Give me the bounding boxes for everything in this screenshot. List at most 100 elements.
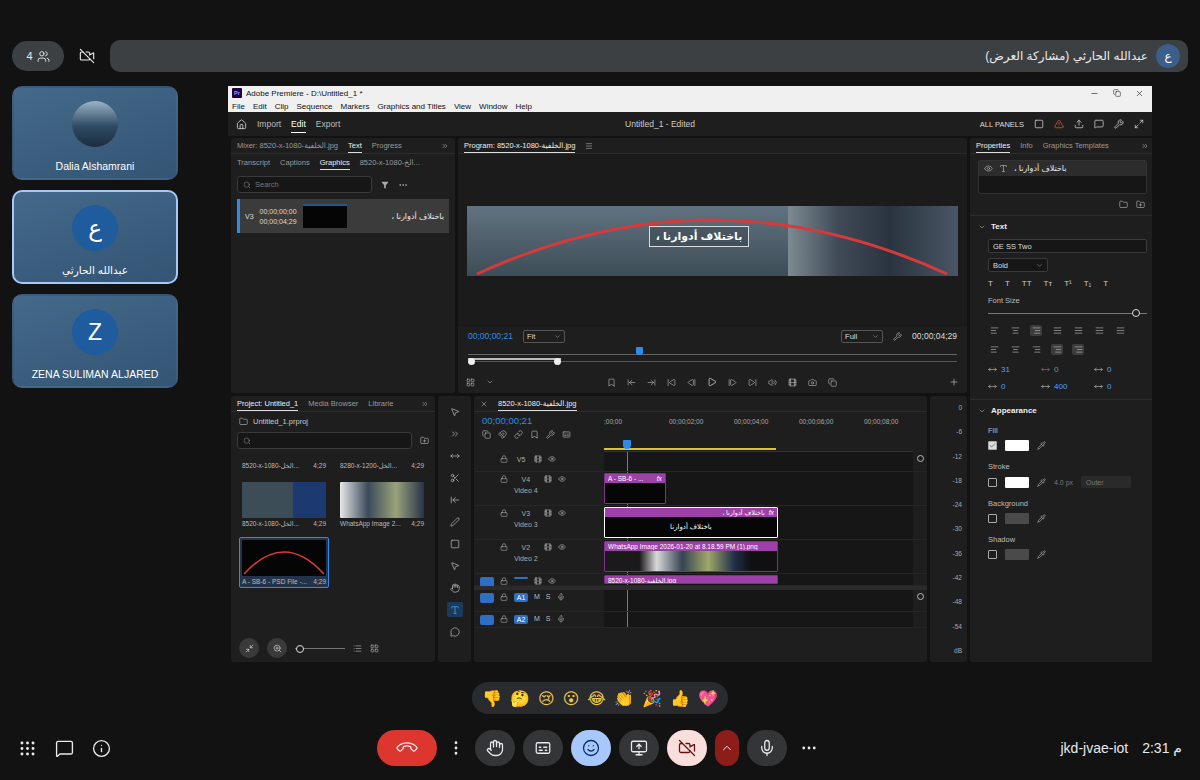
- track-id[interactable]: V4: [519, 475, 533, 484]
- type-style-button[interactable]: T: [1005, 279, 1010, 288]
- metric-field[interactable]: 400: [1041, 382, 1094, 391]
- time-ruler[interactable]: ;00;0000;00;02;0000;00;04;0000;00;06;000…: [604, 412, 913, 452]
- metric-field[interactable]: 0: [1094, 382, 1147, 391]
- sync-lock-icon[interactable]: [544, 509, 552, 517]
- text-section-header[interactable]: Text: [970, 215, 1152, 237]
- reaction-button[interactable]: 😂: [587, 689, 606, 708]
- workspace-tab[interactable]: Import: [257, 116, 281, 133]
- direction-button[interactable]: [988, 344, 1000, 355]
- panel-tab[interactable]: Mixer: 8520-x-1080-الخلفية.jpg: [237, 139, 338, 153]
- icon-view-icon[interactable]: [370, 644, 379, 653]
- eye-icon[interactable]: [558, 475, 566, 483]
- color-swatch[interactable]: [1005, 549, 1029, 560]
- mark-out-icon[interactable]: [647, 378, 656, 387]
- eyedropper-icon[interactable]: [1037, 478, 1046, 487]
- filter-icon[interactable]: [380, 180, 390, 190]
- share-icon[interactable]: [1074, 119, 1084, 129]
- settings-icon[interactable]: [546, 430, 555, 439]
- playhead[interactable]: [623, 440, 631, 449]
- sub-tab[interactable]: Transcript: [237, 156, 270, 170]
- media-item[interactable]: A - SB-6 - PSD File -...4;29: [239, 537, 329, 588]
- camera-options-button[interactable]: [715, 730, 739, 766]
- color-swatch[interactable]: [1005, 440, 1029, 451]
- home-icon[interactable]: [236, 119, 247, 130]
- eyedropper-icon[interactable]: [1037, 441, 1046, 450]
- go-to-in-icon[interactable]: [667, 378, 676, 387]
- source-patch[interactable]: [480, 543, 494, 553]
- go-to-out-icon[interactable]: [748, 378, 757, 387]
- color-swatch[interactable]: [1005, 513, 1029, 524]
- lock-icon[interactable]: [500, 455, 508, 463]
- zoom-knob[interactable]: [554, 358, 561, 365]
- step-back-icon[interactable]: [687, 378, 696, 387]
- panel-tab[interactable]: Info: [1020, 139, 1033, 153]
- appearance-section-header[interactable]: Appearance: [970, 399, 1152, 421]
- track-id[interactable]: A2: [514, 615, 528, 624]
- linked-selection-icon[interactable]: [514, 430, 523, 439]
- group-icon[interactable]: [1119, 200, 1128, 209]
- track-id[interactable]: V2: [519, 543, 533, 552]
- marker-icon[interactable]: [607, 378, 616, 387]
- sync-lock-icon[interactable]: [534, 577, 542, 585]
- more-icon[interactable]: [398, 180, 408, 190]
- panel-tab[interactable]: Project: Untitled_1: [237, 397, 298, 411]
- menu-item[interactable]: Window: [479, 102, 507, 111]
- camera-off-button[interactable]: [667, 730, 707, 766]
- present-button[interactable]: [619, 730, 659, 766]
- menu-item[interactable]: Edit: [253, 102, 267, 111]
- restore-icon[interactable]: [1113, 89, 1121, 97]
- media-item[interactable]: 8520-x-1080-الخل...4;29: [239, 459, 329, 473]
- graphic-item[interactable]: V300;00;00;0000;00;04;29باختلاف أدوارنا …: [237, 199, 449, 233]
- font-style-dropdown[interactable]: Bold: [988, 258, 1048, 272]
- eyedropper-icon[interactable]: [1037, 550, 1046, 559]
- tool-button[interactable]: [447, 426, 463, 441]
- tool-button[interactable]: [447, 602, 463, 617]
- source-patch[interactable]: [480, 593, 494, 603]
- source-patch[interactable]: [480, 509, 494, 519]
- metric-field[interactable]: 0: [1094, 365, 1147, 374]
- participant-tile[interactable]: ععبدالله الحارثي: [12, 190, 178, 284]
- reaction-button[interactable]: 👏: [614, 689, 634, 708]
- thumbnail-size-slider[interactable]: [295, 645, 345, 651]
- raise-hand-button[interactable]: [475, 730, 515, 766]
- reaction-button[interactable]: 💖: [698, 689, 718, 708]
- slider-knob[interactable]: [296, 645, 304, 653]
- playhead-timecode[interactable]: 00;00;00;21: [468, 331, 513, 341]
- more-tabs-icon[interactable]: [421, 400, 429, 408]
- solo-button[interactable]: S: [546, 615, 551, 622]
- menu-item[interactable]: Help: [516, 102, 532, 111]
- more-tabs-icon[interactable]: [441, 142, 449, 150]
- sync-lock-icon[interactable]: [534, 455, 542, 463]
- captions-button[interactable]: [523, 730, 563, 766]
- mic-button[interactable]: [747, 730, 787, 766]
- workspace-tab[interactable]: Edit: [291, 116, 306, 133]
- fullscreen-icon[interactable]: [1134, 119, 1144, 129]
- reaction-button[interactable]: 👍: [670, 689, 690, 708]
- direction-button[interactable]: [1072, 344, 1084, 355]
- scroll-knob[interactable]: [917, 455, 924, 462]
- menu-item[interactable]: View: [454, 102, 471, 111]
- align-button[interactable]: [988, 325, 1000, 336]
- workspace-tab[interactable]: Export: [316, 116, 341, 133]
- tool-button[interactable]: [447, 448, 463, 463]
- type-style-button[interactable]: T₁: [1084, 279, 1092, 288]
- tool-button[interactable]: [447, 470, 463, 485]
- menu-item[interactable]: Sequence: [296, 102, 332, 111]
- scroll-knob[interactable]: [917, 593, 924, 600]
- sub-tab[interactable]: 8520-x-1080-الخ...: [360, 156, 420, 170]
- add-button-icon[interactable]: [949, 377, 959, 387]
- clip[interactable]: باختلاف أدوارنا ،fxباختلاف أدوارنا: [604, 507, 778, 538]
- panel-tab[interactable]: Media Browser: [308, 397, 358, 411]
- warning-icon[interactable]: [1054, 119, 1064, 129]
- eye-icon[interactable]: [548, 577, 556, 585]
- appearance-checkbox[interactable]: [988, 514, 997, 523]
- direction-button[interactable]: [1009, 344, 1021, 355]
- work-area-bar[interactable]: [604, 448, 776, 450]
- color-swatch[interactable]: [1005, 477, 1029, 488]
- list-view-icon[interactable]: [353, 644, 362, 653]
- type-style-button[interactable]: T: [988, 279, 993, 288]
- lock-icon[interactable]: [500, 577, 508, 585]
- mic-icon[interactable]: [557, 593, 565, 601]
- snap-icon[interactable]: [498, 430, 507, 439]
- audio-icon[interactable]: [768, 378, 777, 387]
